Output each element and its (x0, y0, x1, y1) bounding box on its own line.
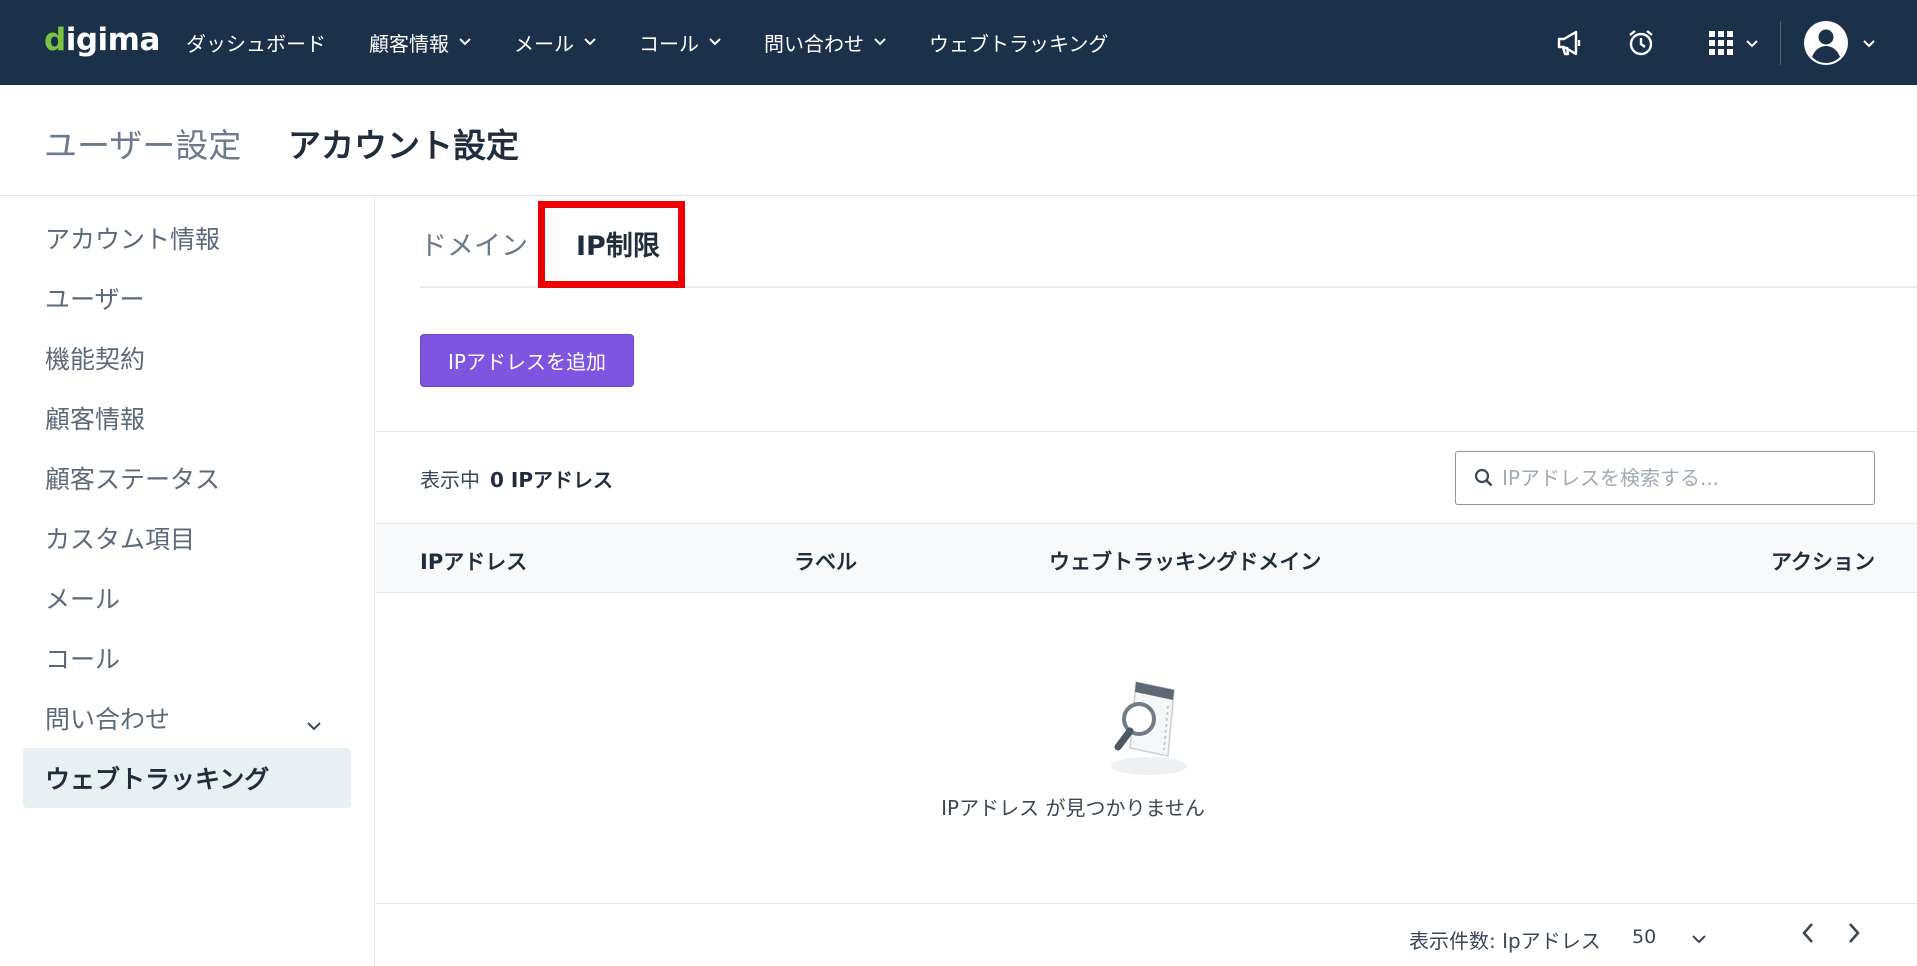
apps-grid-icon[interactable] (1708, 30, 1758, 56)
chevron-down-icon (307, 708, 321, 737)
per-page-value: 50 (1632, 926, 1657, 948)
sidebar-item-label: 顧客情報 (45, 405, 146, 434)
alarm-clock-icon[interactable] (1626, 28, 1656, 58)
sidebar-item-users[interactable]: ユーザー (23, 268, 351, 328)
sidebar-item-label: 問い合わせ (45, 705, 171, 734)
sidebar-item-call[interactable]: コール (23, 628, 351, 688)
column-header-label[interactable]: ラベル (794, 546, 857, 576)
highlight-annotation-box (538, 201, 685, 288)
column-header-tracking-domain[interactable]: ウェブトラッキングドメイン (1049, 546, 1321, 576)
settings-sidebar: アカウント情報 ユーザー 機能契約 顧客情報 顧客ステータス カスタム項目 メー… (0, 196, 375, 966)
logo-text: igima (65, 22, 161, 58)
column-header-ip-address[interactable]: IPアドレス (420, 546, 527, 576)
chevron-down-icon (584, 35, 596, 50)
user-menu[interactable] (1803, 20, 1875, 66)
chevron-down-icon (1692, 929, 1706, 948)
nav-item-call[interactable]: コール (639, 28, 721, 57)
chevron-down-icon (459, 35, 471, 50)
sidebar-item-label: 機能契約 (45, 345, 146, 374)
nav-label: コール (639, 32, 699, 56)
next-page-icon[interactable] (1846, 921, 1862, 949)
page-header: ユーザー設定 アカウント設定 (0, 85, 1917, 196)
nav-divider (1780, 20, 1781, 65)
sidebar-item-label: ユーザー (45, 285, 145, 314)
digima-logo[interactable]: digima (44, 22, 160, 58)
table-header: IPアドレス ラベル ウェブトラッキングドメイン アクション (376, 523, 1917, 593)
top-navbar: digima ダッシュボード 顧客情報 メール コール 問い合わせ ウェブトラッ… (0, 0, 1917, 85)
main-nav: ダッシュボード 顧客情報 メール コール 問い合わせ ウェブトラッキング (186, 0, 1151, 85)
nav-label: メール (514, 32, 574, 56)
nav-label: ウェブトラッキング (929, 32, 1109, 56)
empty-state-message: IPアドレス が見つかりません (941, 796, 1205, 820)
chevron-down-icon (1746, 33, 1758, 52)
sidebar-item-mail[interactable]: メール (23, 568, 351, 628)
column-header-action: アクション (1771, 550, 1875, 574)
sidebar-item-label: 顧客ステータス (45, 465, 221, 494)
sidebar-item-label: ウェブトラッキング (45, 765, 270, 794)
divider (376, 431, 1917, 432)
add-ip-address-button[interactable]: IPアドレスを追加 (420, 334, 634, 387)
sidebar-item-customer-status[interactable]: 顧客ステータス (23, 448, 351, 508)
ip-search-input[interactable] (1502, 466, 1842, 490)
sidebar-item-web-tracking[interactable]: ウェブトラッキング (23, 748, 351, 808)
previous-page-icon[interactable] (1800, 921, 1816, 949)
nav-label: 顧客情報 (369, 32, 449, 56)
sidebar-item-custom-fields[interactable]: カスタム項目 (23, 508, 351, 568)
sidebar-item-feature-contract[interactable]: 機能契約 (23, 328, 351, 388)
main-content: ドメイン IP制限 IPアドレスを追加 表示中 0 IPアドレス IPアドレス … (376, 196, 1917, 966)
sidebar-item-customer-info[interactable]: 顧客情報 (23, 388, 351, 448)
nav-right-tools (1554, 0, 1917, 85)
breadcrumb-parent[interactable]: ユーザー設定 (44, 119, 241, 167)
nav-item-customers[interactable]: 顧客情報 (369, 28, 471, 57)
chevron-down-icon (874, 35, 886, 50)
empty-search-illustration-icon (1094, 674, 1204, 788)
per-page-label: 表示件数: Ipアドレス (1409, 929, 1601, 953)
user-avatar-icon (1804, 20, 1848, 65)
megaphone-icon[interactable] (1554, 28, 1584, 58)
chevron-down-icon (1863, 33, 1875, 52)
page-title: アカウント設定 (288, 126, 519, 165)
chevron-down-icon (709, 35, 721, 50)
result-count: 表示中 0 IPアドレス (420, 464, 613, 493)
sidebar-item-account-info[interactable]: アカウント情報 (23, 208, 351, 268)
nav-item-web-tracking[interactable]: ウェブトラッキング (929, 28, 1108, 57)
tab-domain[interactable]: ドメイン (420, 224, 528, 263)
table-footer: 表示件数: Ipアドレス 50 (376, 903, 1917, 966)
nav-item-mail[interactable]: メール (514, 28, 596, 57)
count-prefix: 表示中 (420, 468, 480, 492)
nav-item-dashboard[interactable]: ダッシュボード (186, 28, 326, 57)
sidebar-item-inquiry[interactable]: 問い合わせ (23, 688, 351, 748)
nav-label: 問い合わせ (764, 32, 864, 56)
sidebar-item-label: アカウント情報 (45, 225, 221, 254)
per-page-select[interactable]: 50 (1624, 919, 1714, 955)
sidebar-item-label: メール (45, 585, 121, 614)
nav-label: ダッシュボード (186, 32, 326, 56)
sidebar-item-label: コール (45, 645, 121, 674)
ip-search-box[interactable] (1455, 451, 1875, 505)
count-value: 0 IPアドレス (490, 468, 613, 492)
nav-item-inquiry[interactable]: 問い合わせ (764, 28, 886, 57)
search-icon (1474, 468, 1494, 488)
sidebar-item-label: カスタム項目 (45, 525, 196, 554)
